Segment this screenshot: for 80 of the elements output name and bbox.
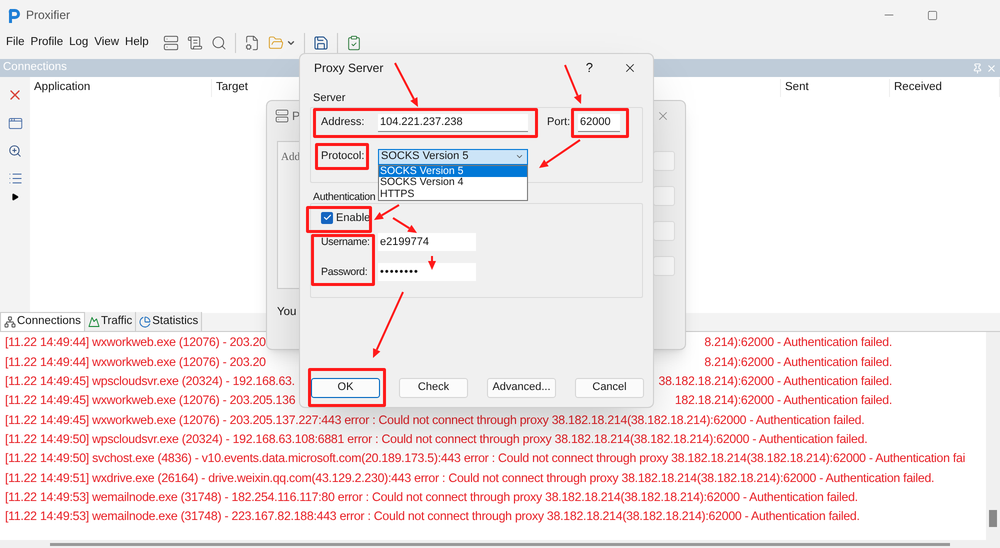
log-line: 182.18.214):62000 - Authentication failed. (674, 392, 892, 410)
password-field[interactable]: •••••••• (378, 263, 476, 281)
log-line: 8.214):62000 - Authentication failed. (704, 334, 892, 352)
app-logo-icon (6, 7, 20, 23)
annotation-arrow (428, 256, 436, 270)
log-line: [11.22 14:49:50] svchost.exe (4836) - v10.events.data.microsoft.com(20.189.173.5):443 error : Could not connect through proxy 38.182.18.214(38.182.18.214):62000 - Authentication fai (5, 450, 966, 468)
log-line: [11.22 14:49:45] wpscloudsvr.exe (20324) - 192.168.63. (5, 373, 295, 390)
annotation-arrow (539, 139, 581, 168)
column-header[interactable]: Sent (781, 79, 890, 97)
close-icon[interactable] (623, 61, 637, 75)
annotation-arrow (392, 217, 417, 233)
dialog-title: P (292, 108, 300, 125)
field-label: Protocol: (321, 150, 364, 162)
enable-checkbox[interactable]: Enable (321, 210, 370, 226)
log-line: [11.22 14:49:53] wemailnode.exe (31748) - 223.167.82.188:443 error : Could not connect through proxy 38.182.18.214(38.182.18.214):62000 - Authentication failed. (5, 508, 860, 526)
mountain-chart-icon (88, 316, 100, 328)
log-line: [11.22 14:49:44] wxworkweb.exe (12076) - 203.20 (5, 334, 266, 352)
dropdown-option[interactable]: SOCKS Version 4 (379, 177, 527, 188)
clipboard-icon[interactable] (346, 35, 362, 51)
address-field[interactable]: 104.221.237.238 (378, 114, 528, 132)
tab[interactable]: Traffic (84, 312, 136, 331)
dialog-button[interactable]: OK (311, 378, 380, 398)
pie-chart-icon (139, 316, 152, 328)
zoom-icon[interactable] (8, 144, 22, 158)
help-button[interactable]: ? (586, 58, 593, 78)
dialog-note: You (277, 305, 296, 320)
tab[interactable]: Connections (0, 312, 85, 331)
menu-item[interactable]: Help (125, 34, 149, 52)
log-line: [11.22 14:49:51] wxdrive.exe (26164) - drive.weixin.qq.com(43.129.2.230):443 error : Could not connect through proxy 38.182.18.214(38.182.18.214):62000 - Authentication failed. (5, 470, 934, 486)
maximize-icon[interactable] (927, 10, 938, 20)
network-icon (4, 316, 16, 328)
protocol-dropdown[interactable]: SOCKS Version 5 (378, 148, 528, 164)
annotation-arrow (374, 204, 400, 220)
dialog-title: Proxy Server (314, 60, 384, 77)
panel-title: Connections (3, 60, 67, 76)
highlight-box (571, 108, 629, 138)
group-label: Authentication (313, 190, 376, 202)
dialog-button[interactable]: Check (399, 378, 468, 398)
field-label: Username: (321, 236, 370, 248)
play-icon[interactable] (11, 193, 19, 201)
check-icon (322, 213, 332, 222)
caret-icon[interactable] (286, 38, 296, 48)
dialog-button[interactable]: Advanced... (487, 378, 556, 398)
field-label: Address: (321, 116, 364, 128)
annotation-arrow (394, 62, 418, 107)
server-icon[interactable] (162, 35, 179, 51)
tab[interactable]: Statistics (136, 312, 202, 331)
log-line: [11.22 14:49:53] wemailnode.exe (31748) - 182.254.116.117:80 error : Could not connect through proxy 38.182.18.214(38.182.18.214):62000 - Authentication failed. (5, 488, 858, 506)
username-field[interactable]: e2199774 (378, 233, 476, 251)
search-icon[interactable] (210, 35, 227, 51)
port-field[interactable]: 62000 (578, 114, 620, 132)
dropdown-option[interactable]: SOCKS Version 5 (379, 166, 527, 177)
highlight-box (315, 143, 369, 170)
scroll-icon[interactable] (186, 35, 203, 51)
caret-icon (515, 152, 524, 161)
server-icon (275, 109, 289, 123)
menu-item[interactable]: View (94, 34, 120, 52)
menu-item[interactable]: Profile (30, 34, 64, 52)
file-gear-icon[interactable] (244, 35, 260, 51)
group-label: Server (313, 92, 346, 104)
log-line: [11.22 14:49:45] wxworkweb.exe (12076) - 203.205.137.227:443 error : Could not connect through proxy 38.182.18.214(38.182.18.214):62000 - Authentication failed. (5, 412, 864, 429)
log-line: 38.182.18.214):62000 - Authentication failed. (658, 373, 892, 390)
save-icon[interactable] (312, 35, 329, 51)
log-line: 8.214):62000 - Authentication failed. (704, 354, 892, 371)
list-header: Add (281, 151, 300, 163)
window-icon[interactable] (8, 116, 22, 131)
menu-item[interactable]: File (6, 34, 25, 52)
log-line: [11.22 14:49:45] wxworkweb.exe (12076) - 203.205.136 (5, 392, 296, 410)
menu-item[interactable]: Log (69, 34, 88, 52)
field-label: Port: (547, 116, 570, 128)
annotation-arrow (564, 64, 582, 104)
dialog-button[interactable]: Cancel (575, 378, 644, 398)
field-label: Password: (321, 266, 368, 278)
window-title: Proxifier (26, 7, 70, 24)
log-line: [11.22 14:49:44] wxworkweb.exe (12076) - 203.20 (5, 354, 266, 371)
log-line: [11.22 14:49:50] wpscloudsvr.exe (20324) - 192.168.63.108:6881 error : Could not connect through proxy 38.182.18.214(38.182.18.214):62000 - Authentication failed. (5, 430, 868, 448)
dropdown-option[interactable]: HTTPS (379, 188, 527, 200)
annotation-arrow (373, 292, 404, 358)
column-header[interactable]: Received (890, 79, 1000, 97)
column-header[interactable]: Application (30, 79, 212, 97)
